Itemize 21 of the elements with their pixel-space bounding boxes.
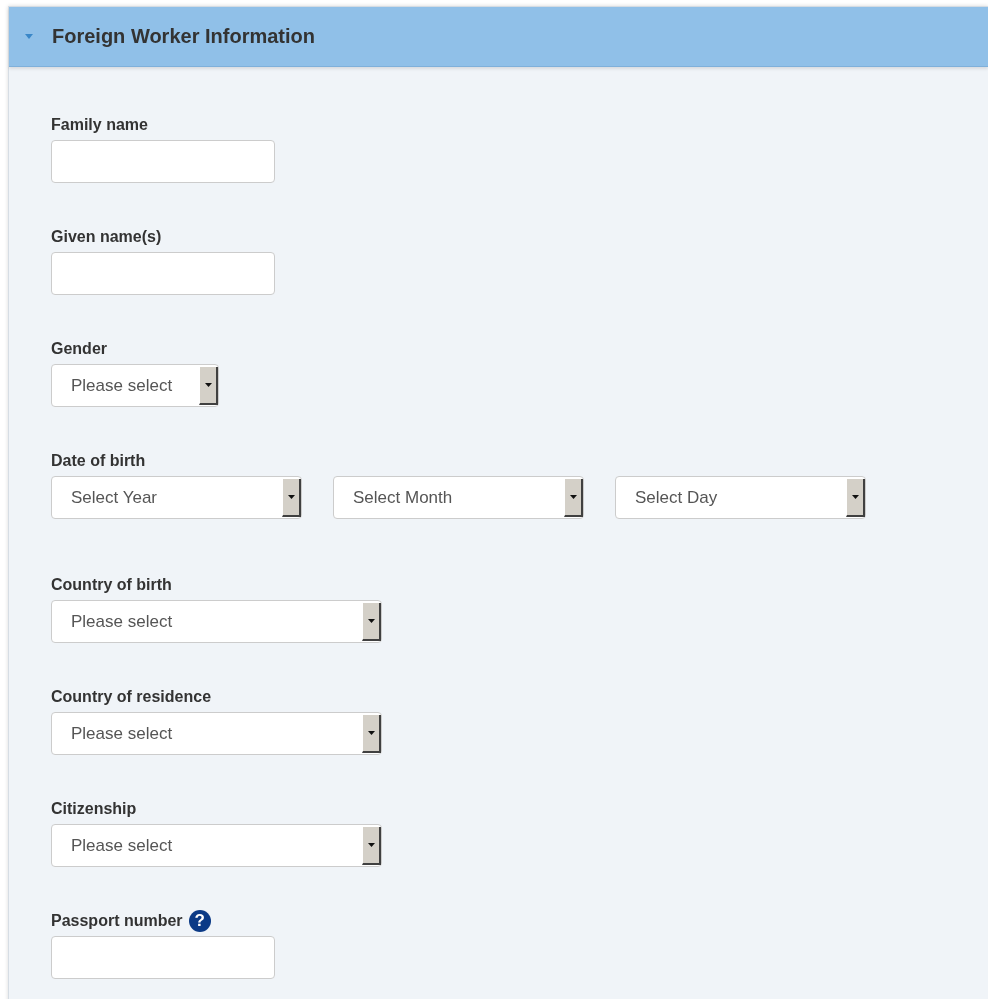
field-label: Gender	[51, 340, 107, 358]
input-field[interactable]	[51, 936, 275, 979]
field-label: Passport number	[51, 912, 183, 930]
select-dropdown[interactable]: Select Month	[333, 476, 584, 519]
select-dropdown[interactable]: Select Year	[51, 476, 302, 519]
select-dropdown[interactable]: Please select	[51, 824, 382, 867]
field-label: Family name	[51, 116, 148, 134]
panel-header[interactable]: Foreign Worker Information	[9, 7, 988, 67]
help-icon[interactable]: ?	[188, 910, 211, 932]
select-dropdown[interactable]: Please select	[51, 600, 382, 643]
field-label: Country of birth	[51, 576, 172, 594]
select-dropdown[interactable]: Please select	[51, 712, 382, 755]
panel-title: Foreign Worker Information	[52, 25, 315, 48]
field-label: Given name(s)	[51, 228, 162, 246]
field-label: Citizenship	[51, 800, 137, 818]
select-dropdown[interactable]: Select Day	[615, 476, 866, 519]
select-dropdown[interactable]: Please select	[51, 364, 219, 407]
field-label: Date of birth	[51, 452, 146, 470]
input-field[interactable]	[51, 252, 275, 295]
input-field[interactable]	[51, 140, 275, 183]
field-label: Country of residence	[51, 688, 212, 706]
